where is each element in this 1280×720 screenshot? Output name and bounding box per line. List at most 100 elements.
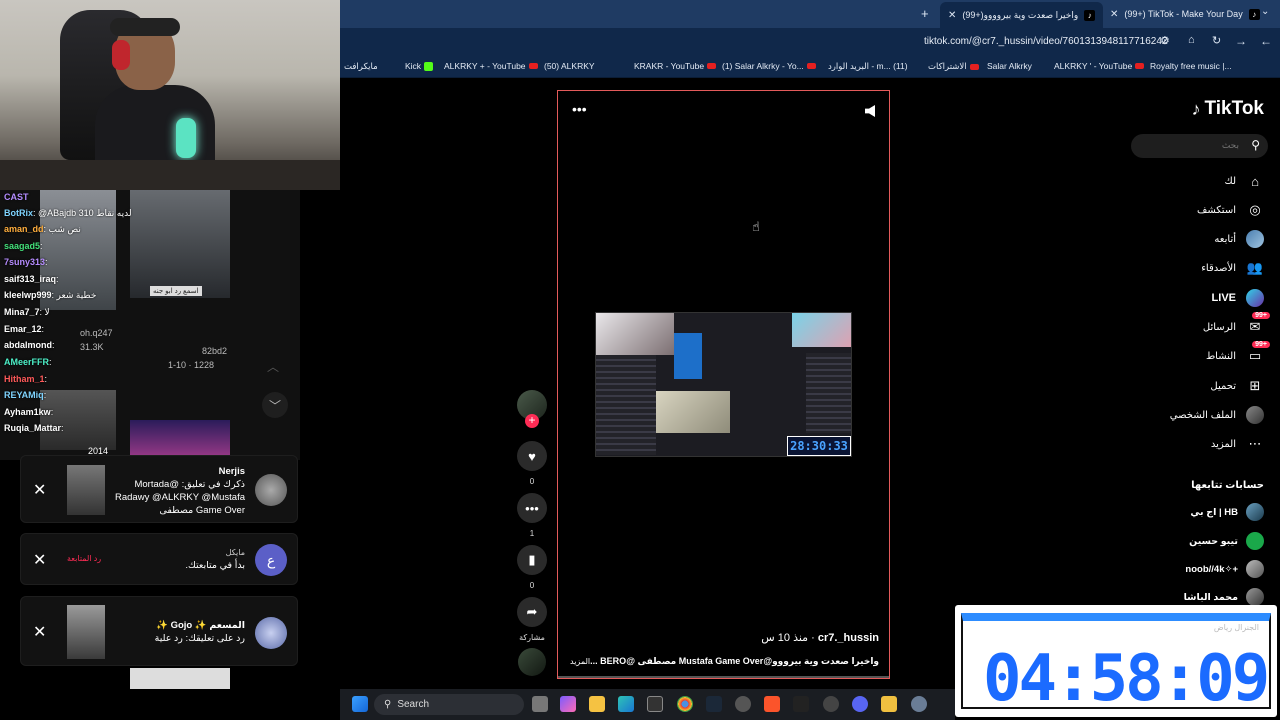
url-field[interactable]: tiktok.com/@cr7._hussin/video/7601313948… <box>924 36 1167 47</box>
following-account[interactable]: noob//4k✧+ <box>1185 560 1264 578</box>
new-tab-icon[interactable]: + <box>921 6 929 21</box>
nav-following[interactable]: أتابعه <box>1214 230 1264 248</box>
discord-icon[interactable] <box>852 696 868 712</box>
nav-upload[interactable]: تحميل ⊞ <box>1210 377 1264 395</box>
scroll-up-icon[interactable]: ︿ <box>267 358 279 375</box>
heart-icon[interactable]: ♥ <box>517 441 547 471</box>
notification-card[interactable]: ✕ المسعم ✨ Gojo ✨ رد على تعليقك: رد علية <box>20 596 298 666</box>
nav-messages[interactable]: الرسائل ✉ 99+ <box>1203 312 1270 336</box>
close-icon[interactable]: ✕ <box>33 550 46 570</box>
nav-label: الأصدقاء <box>1201 262 1236 274</box>
save-button[interactable]: ▮ 0 <box>516 545 548 590</box>
follow-plus-icon[interactable]: + <box>525 414 539 428</box>
following-account[interactable]: محمد الباشا <box>1184 588 1264 606</box>
notification-card[interactable]: ✕ رد المتابعة مايكل بدأ في متابعتك. ع <box>20 533 298 585</box>
scroll-down-button[interactable]: ﹀ <box>262 392 288 418</box>
forward-icon[interactable]: → <box>1235 34 1247 48</box>
save-count: 0 <box>529 581 535 590</box>
video-progress-bar[interactable] <box>558 676 889 678</box>
close-icon[interactable]: ✕ <box>33 622 46 642</box>
home-icon[interactable]: ⌂ <box>1188 34 1195 46</box>
close-icon[interactable]: ✕ <box>33 480 46 500</box>
file-explorer-icon[interactable] <box>589 696 605 712</box>
store-icon[interactable] <box>647 696 663 712</box>
brave-icon[interactable] <box>764 696 780 712</box>
notification-text: المسعم ✨ Gojo ✨ رد على تعليقك: رد علية <box>95 619 245 645</box>
bookmark-item[interactable]: مايكرافت <box>344 61 378 72</box>
close-icon[interactable]: ✕ <box>948 10 956 21</box>
headphones <box>112 40 130 70</box>
bookmark-item[interactable]: ALKRKY + - YouTube <box>444 61 538 71</box>
bookmark-label: مايكرافت <box>344 61 378 71</box>
bookmark-item[interactable]: Kick <box>405 61 434 71</box>
steam-icon[interactable] <box>706 696 722 712</box>
more-options-icon[interactable]: ••• <box>572 101 587 117</box>
notification-text: مايكل بدأ في متابعتك. <box>85 546 245 572</box>
taskbar-search[interactable]: ⚲ Search <box>374 694 524 715</box>
avatar[interactable] <box>255 474 287 506</box>
reload-icon[interactable]: ↻ <box>1212 34 1221 47</box>
bookmark-item[interactable]: (1) Salar Alkrky - Yo... <box>722 61 816 71</box>
windows-start-icon[interactable] <box>352 696 368 712</box>
bookmark-item[interactable]: Royalty free music |... <box>1150 61 1232 71</box>
share-button[interactable]: ➦ مشاركة <box>516 597 548 642</box>
bookmark-item[interactable]: KRAKR - YouTube <box>634 61 717 71</box>
bookmark-label: (50) ALKRKY <box>544 61 595 71</box>
video-author[interactable]: cr7._hussin · منذ 10 س <box>761 631 879 644</box>
creator-avatar-button[interactable]: + <box>516 390 548 428</box>
nav-explore[interactable]: استكشف ◎ <box>1197 201 1264 219</box>
like-button[interactable]: ♥ 0 <box>516 441 548 486</box>
notification-card[interactable]: ✕ Nerjis ذكرك في تعليق: @Mortada Radawy … <box>20 455 298 523</box>
avatar <box>1246 532 1264 550</box>
back-icon[interactable]: ← <box>1260 34 1272 48</box>
search-input[interactable] <box>1139 138 1239 154</box>
folder-icon[interactable] <box>881 696 897 712</box>
comment-icon[interactable]: ••• <box>517 493 547 523</box>
nav-activity[interactable]: النشاط ▭ 99+ <box>1206 341 1270 365</box>
chrome-icon[interactable] <box>677 696 693 712</box>
volume-icon[interactable] <box>865 105 875 117</box>
app-icon[interactable] <box>823 696 839 712</box>
share-icon[interactable]: ➦ <box>517 597 547 627</box>
close-icon[interactable]: ✕ <box>1110 9 1118 20</box>
avatar[interactable] <box>255 617 287 649</box>
obs-icon[interactable] <box>735 696 751 712</box>
copilot-icon[interactable] <box>560 696 576 712</box>
author-name[interactable]: cr7._hussin <box>818 632 879 644</box>
chevron-down-icon[interactable]: ⌄ <box>1261 6 1269 17</box>
tab-video[interactable]: ✕ (99+)واخيرا صعدت وية بيروووو ♪ <box>940 2 1104 28</box>
nav-label: المزيد <box>1210 438 1236 450</box>
following-account[interactable]: تيبو حسين <box>1189 532 1264 550</box>
comment-button[interactable]: ••• 1 <box>516 493 548 538</box>
tiktok-logo[interactable]: ♪ TikTok <box>1192 98 1264 120</box>
bookmark-item[interactable]: Salar Alkrky <box>987 61 1032 71</box>
tab-tiktok[interactable]: ✕ (99+) TikTok - Make Your Day ♪ <box>1110 4 1260 24</box>
more-link[interactable]: المزيد <box>570 657 590 666</box>
settings-icon[interactable] <box>911 696 927 712</box>
bookmark-item[interactable]: (50) ALKRKY <box>544 61 595 71</box>
music-disc-icon[interactable] <box>518 648 546 676</box>
nav-more[interactable]: المزيد ⋯ <box>1211 435 1264 453</box>
bookmark-item[interactable]: ALKRKY ' - YouTube <box>1054 61 1145 71</box>
nav-profile[interactable]: الملف الشخصي <box>1170 406 1264 424</box>
nav-live[interactable]: LIVE <box>1212 289 1264 307</box>
nav-for-you[interactable]: لك ⌂ <box>1225 172 1264 190</box>
countdown-time: 04:58:09 <box>983 642 1270 716</box>
bookmark-icon[interactable]: ▮ <box>517 545 547 575</box>
capcut-icon[interactable] <box>793 696 809 712</box>
search-box[interactable]: ⚲ <box>1131 134 1268 158</box>
bookmark-item[interactable]: البريد الوارد - m... (11) <box>828 61 908 72</box>
search-icon[interactable]: ⚲ <box>1251 138 1260 152</box>
chat-message: CAST <box>4 192 29 202</box>
music-disc[interactable] <box>516 648 548 676</box>
following-account[interactable]: اج بي | HB <box>1190 503 1264 521</box>
comment-count: 1 <box>529 529 535 538</box>
bookmark-item[interactable]: الاشتراكات <box>928 61 979 72</box>
bookmark-label: Royalty free music |... <box>1150 61 1232 71</box>
nav-friends[interactable]: الأصدقاء 👥 <box>1201 259 1264 277</box>
avatar[interactable]: ع <box>255 544 287 576</box>
video-player[interactable]: ••• ☝ 28:30:33 cr7._hussin · منذ 10 س وا… <box>557 90 890 679</box>
edge-icon[interactable] <box>618 696 634 712</box>
task-view-icon[interactable] <box>532 696 548 712</box>
chat-bg-thumbnail <box>130 420 230 460</box>
